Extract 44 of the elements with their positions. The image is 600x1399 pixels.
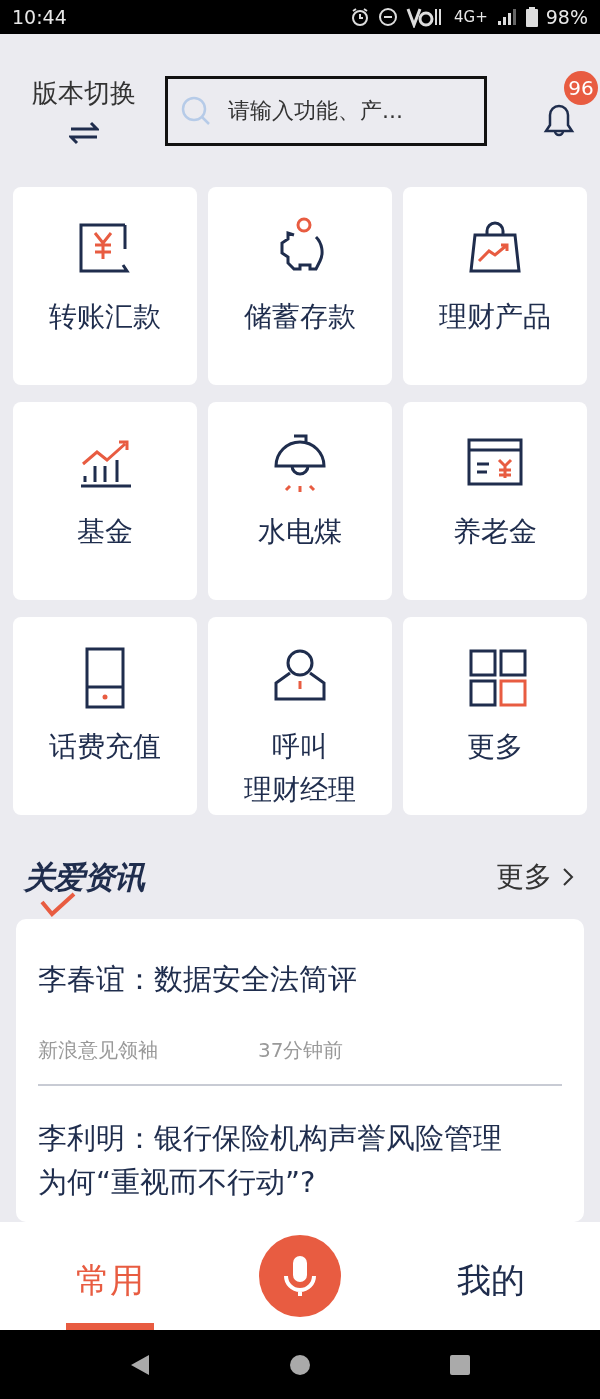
- tile-label: 养老金: [453, 514, 537, 550]
- version-switch-label: 版本切换: [32, 77, 136, 110]
- do-not-disturb-icon: [378, 7, 398, 27]
- tile-label: 话费充值: [49, 729, 161, 765]
- tile-label: 基金: [77, 514, 133, 550]
- service-tile[interactable]: 水电煤: [208, 402, 392, 600]
- recents-icon[interactable]: [449, 1353, 471, 1376]
- back-icon[interactable]: [129, 1352, 151, 1377]
- service-tile[interactable]: 话费充值: [13, 617, 197, 815]
- clock: 10:44: [12, 6, 67, 28]
- service-tile[interactable]: 转账汇款: [13, 187, 197, 385]
- service-tile[interactable]: 理财产品: [403, 187, 587, 385]
- microphone-icon: [282, 1254, 318, 1298]
- battery-level: 98%: [545, 6, 588, 28]
- signal-icon: [495, 7, 518, 27]
- network-type: 4G+: [454, 8, 488, 26]
- news-source: 新浪意见领袖: [38, 1037, 158, 1064]
- tile-label: 理财经理: [244, 772, 356, 808]
- tile-label: 水电煤: [258, 514, 342, 550]
- battery-icon: [525, 7, 538, 27]
- service-tile[interactable]: 呼叫 理财经理: [208, 617, 392, 815]
- news-title[interactable]: 李利明：银行保险机构声誉风险管理为何“重视而不行动”?: [38, 1086, 523, 1204]
- news-title[interactable]: 李春谊：数据安全法简评: [38, 927, 523, 1001]
- tile-label: 储蓄存款: [244, 299, 356, 335]
- swap-arrows-icon[interactable]: [69, 121, 99, 145]
- chevron-right-icon: [562, 867, 574, 887]
- service-tile[interactable]: 更多: [403, 617, 587, 815]
- check-mark-icon: [40, 891, 76, 918]
- tile-label: 理财产品: [439, 299, 551, 335]
- service-tile[interactable]: 基金: [13, 402, 197, 600]
- nav-tab[interactable]: 我的: [381, 1222, 600, 1330]
- search-icon: [180, 94, 212, 127]
- more-link[interactable]: 更多: [496, 858, 574, 896]
- news-time: 37分钟前: [258, 1037, 344, 1064]
- service-tile[interactable]: 养老金: [403, 402, 587, 600]
- tile-label: 呼叫: [272, 729, 328, 765]
- home-icon[interactable]: [289, 1353, 311, 1376]
- notification-badge: 96: [564, 70, 598, 105]
- alarm-icon: [350, 7, 370, 27]
- search-field[interactable]: 请输入功能、产...: [165, 75, 487, 146]
- service-tile[interactable]: 储蓄存款: [208, 187, 392, 385]
- section-title: 关爱资讯: [24, 861, 144, 893]
- tile-label: 更多: [467, 729, 523, 765]
- tile-label: 转账汇款: [49, 299, 161, 335]
